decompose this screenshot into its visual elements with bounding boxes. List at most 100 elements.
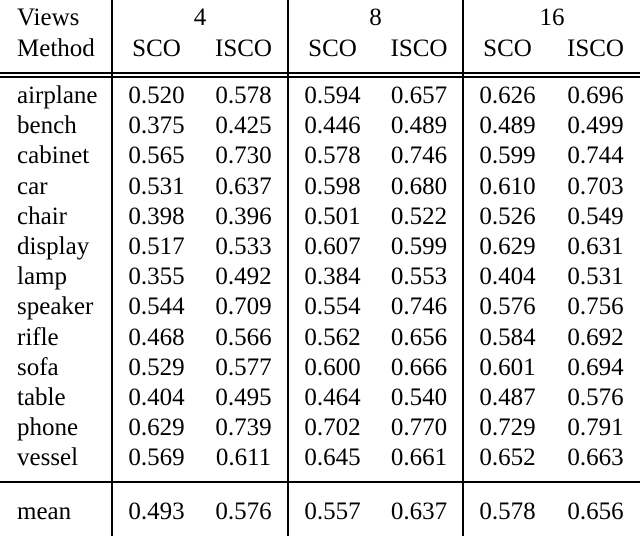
header-views-label: Views (17, 4, 80, 31)
data-cell: 0.578 (287, 142, 376, 173)
data-cell: 0.599 (390, 232, 448, 260)
data-cell: 0.565 (111, 142, 200, 173)
row-label: display (17, 232, 90, 260)
data-cell: 0.729 (462, 414, 551, 445)
data-cell: 0.626 (462, 82, 551, 113)
row-label: speaker (17, 293, 94, 321)
data-cell: 0.577 (215, 353, 272, 381)
table-row: cabinet 0.565 0.730 0.578 0.746 0.599 0.744 (0, 142, 640, 173)
data-cell: 0.770 (390, 414, 448, 442)
data-cell: 0.533 (215, 232, 272, 260)
table-row: display 0.517 0.533 0.607 0.599 0.629 0.631 (0, 232, 640, 264)
data-cell: 0.404 (462, 263, 551, 294)
data-cell: 0.645 (287, 444, 376, 475)
summary-row-label: mean (17, 498, 72, 526)
data-cell: 0.598 (287, 172, 376, 203)
data-cell: 0.464 (287, 383, 376, 415)
data-cell: 0.594 (287, 82, 376, 113)
data-cell: 0.791 (567, 414, 624, 442)
data-cell: 0.637 (215, 172, 272, 200)
data-cell: 0.522 (390, 202, 448, 230)
data-cell: 0.656 (390, 323, 448, 351)
data-cell: 0.744 (567, 142, 624, 170)
data-cell: 0.578 (215, 82, 272, 109)
row-label: bench (17, 112, 77, 140)
summary-data-cell: 0.557 (287, 491, 376, 536)
data-cell: 0.531 (111, 172, 200, 203)
row-label: table (17, 383, 66, 411)
header-isco-8: ISCO (390, 35, 448, 62)
summary-data-cell: 0.578 (462, 491, 551, 536)
data-cell: 0.576 (462, 293, 551, 324)
data-cell: 0.355 (111, 263, 200, 294)
data-cell: 0.746 (390, 293, 448, 321)
comparison-table: Views 4 8 16 Method SCO ISCO SCO ISCO SC… (0, 0, 640, 536)
header-group-4: 4 (111, 0, 288, 35)
table-header: Views 4 8 16 Method SCO ISCO SCO ISCO SC… (0, 0, 640, 69)
header-row-views: Views 4 8 16 (0, 0, 640, 35)
data-cell: 0.384 (287, 263, 376, 294)
header-row-method: Method SCO ISCO SCO ISCO SCO ISCO (0, 35, 640, 69)
data-cell: 0.652 (462, 444, 551, 475)
data-cell: 0.599 (462, 142, 551, 173)
data-cell: 0.730 (215, 142, 272, 170)
header-sco-4: SCO (111, 35, 200, 69)
data-cell: 0.501 (287, 202, 376, 233)
data-cell: 0.553 (390, 263, 448, 291)
table-row: car 0.531 0.637 0.598 0.680 0.610 0.703 (0, 172, 640, 203)
data-cell: 0.520 (111, 82, 200, 113)
table-row: vessel 0.569 0.611 0.645 0.661 0.652 0.663 (0, 444, 640, 475)
summary-data-cell: 0.576 (215, 498, 272, 526)
data-cell: 0.661 (390, 444, 448, 472)
data-cell: 0.756 (567, 293, 624, 321)
row-label: phone (17, 414, 79, 442)
data-cell: 0.629 (111, 414, 200, 445)
data-cell: 0.526 (462, 202, 551, 233)
data-cell: 0.696 (567, 82, 624, 109)
data-cell: 0.529 (111, 353, 200, 384)
data-cell: 0.702 (287, 414, 376, 445)
data-cell: 0.425 (215, 112, 272, 140)
table-row: bench 0.375 0.425 0.446 0.489 0.489 0.499 (0, 112, 640, 143)
data-cell: 0.544 (111, 293, 200, 324)
data-cell: 0.629 (462, 232, 551, 264)
header-rule (0, 72, 640, 78)
row-label: sofa (17, 353, 59, 381)
table-row: rifle 0.468 0.566 0.562 0.656 0.584 0.692 (0, 323, 640, 354)
data-cell: 0.607 (287, 232, 376, 264)
data-cell: 0.680 (390, 172, 448, 200)
data-cell: 0.694 (567, 353, 624, 381)
table-row: airplane 0.520 0.578 0.594 0.657 0.626 0.696 (0, 82, 640, 113)
summary-row: mean 0.493 0.576 0.557 0.637 0.578 0.656 (0, 491, 640, 536)
header-sco-8: SCO (287, 35, 376, 69)
data-cell: 0.554 (287, 293, 376, 324)
header-sco-16: SCO (462, 35, 551, 69)
table-row: table 0.404 0.495 0.464 0.540 0.487 0.576 (0, 383, 640, 415)
data-cell: 0.468 (111, 323, 200, 354)
data-cell: 0.703 (567, 172, 624, 200)
row-label: vessel (17, 444, 79, 472)
data-cell: 0.531 (567, 263, 624, 291)
data-cell: 0.569 (111, 444, 200, 475)
data-cell: 0.739 (215, 414, 272, 442)
data-cell: 0.517 (111, 232, 200, 264)
data-cell: 0.663 (567, 444, 624, 472)
table-body: airplane 0.520 0.578 0.594 0.657 0.626 0.696 be… (0, 69, 640, 536)
row-label: rifle (17, 323, 59, 351)
row-label: chair (17, 202, 67, 230)
row-label: airplane (17, 82, 98, 109)
data-cell: 0.746 (390, 142, 448, 170)
data-cell: 0.492 (215, 263, 272, 291)
data-cell: 0.396 (215, 202, 272, 230)
header-isco-16: ISCO (567, 35, 624, 62)
data-cell: 0.499 (567, 112, 624, 140)
row-label: cabinet (17, 142, 90, 170)
data-cell: 0.489 (462, 112, 551, 143)
data-cell: 0.487 (462, 383, 551, 415)
data-cell: 0.611 (215, 444, 272, 472)
data-cell: 0.657 (390, 82, 448, 109)
data-cell: 0.562 (287, 323, 376, 354)
summary-data-cell: 0.637 (390, 498, 448, 526)
table-row: sofa 0.529 0.577 0.600 0.666 0.601 0.694 (0, 353, 640, 384)
data-cell: 0.601 (462, 353, 551, 384)
